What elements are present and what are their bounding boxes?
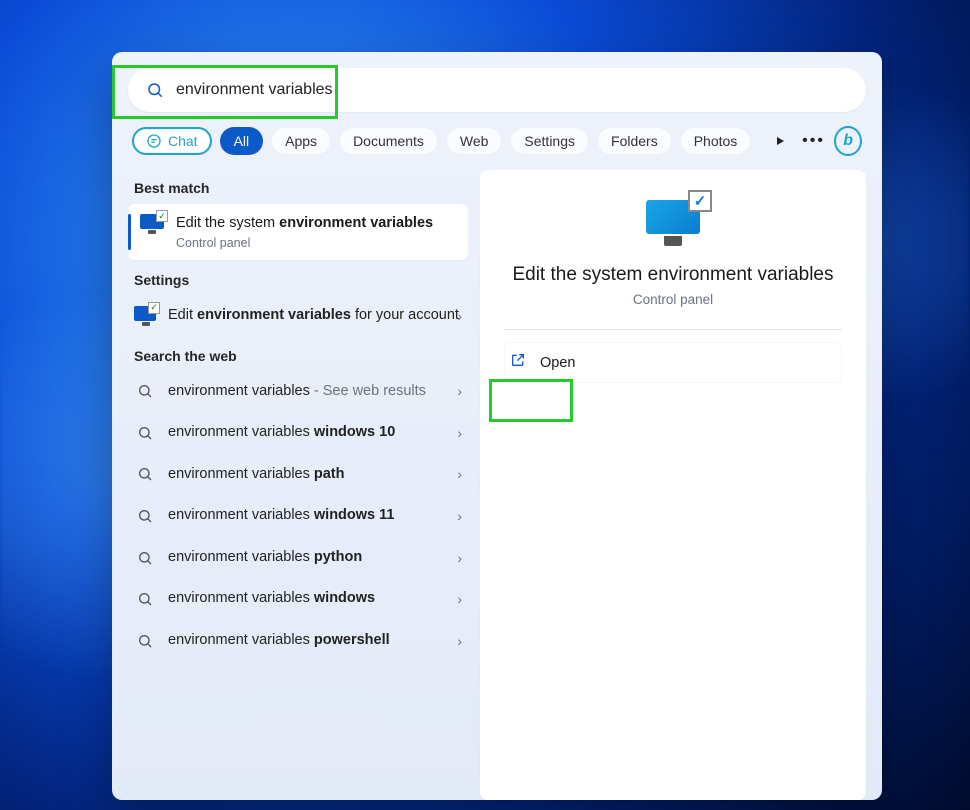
chevron-right-icon: › (457, 633, 462, 649)
section-search-web: Search the web (128, 338, 468, 370)
chevron-right-icon: › (457, 466, 462, 482)
web-item-2[interactable]: environment variables path › (128, 455, 468, 495)
settings-item-label: Edit environment variables for your acco… (168, 306, 460, 326)
search-icon (137, 425, 153, 441)
detail-pane: ✓ Edit the system environment variables … (480, 170, 866, 800)
web-item-label: environment variables windows 11 (168, 506, 460, 526)
filter-folders[interactable]: Folders (597, 127, 672, 155)
web-item-5[interactable]: environment variables windows › (128, 579, 468, 619)
chat-icon (146, 133, 162, 149)
best-match-item[interactable]: ✓ Edit the system environment variables … (128, 204, 468, 260)
web-item-0[interactable]: environment variables - See web results … (128, 372, 468, 412)
chevron-right-icon: › (457, 591, 462, 607)
best-match-subtitle: Control panel (176, 236, 433, 250)
chat-pill[interactable]: Chat (132, 127, 212, 155)
chevron-right-icon: › (457, 383, 462, 399)
web-item-label: environment variables python (168, 548, 460, 568)
filter-apps[interactable]: Apps (271, 127, 331, 155)
open-button[interactable]: Open (504, 342, 842, 383)
search-bar[interactable] (128, 68, 866, 112)
open-external-icon (510, 352, 526, 373)
settings-item-edit-account-env[interactable]: ✓ Edit environment variables for your ac… (128, 296, 468, 336)
search-icon (137, 591, 153, 607)
web-item-1[interactable]: environment variables windows 10 › (128, 413, 468, 453)
filter-all[interactable]: All (220, 127, 264, 155)
detail-title: Edit the system environment variables (504, 264, 842, 286)
monitor-icon: ✓ (134, 306, 156, 326)
filter-settings[interactable]: Settings (510, 127, 589, 155)
chevron-right-icon: › (457, 308, 462, 324)
results-column: Best match ✓ Edit the system environment… (128, 170, 468, 800)
search-icon (146, 81, 164, 99)
search-icon (137, 383, 153, 399)
section-best-match: Best match (128, 170, 468, 202)
chat-pill-label: Chat (168, 133, 198, 149)
chevron-right-icon: › (457, 508, 462, 524)
selected-accent-bar (128, 214, 131, 250)
web-item-label: environment variables windows 10 (168, 423, 460, 443)
detail-icon-wrap: ✓ (504, 200, 842, 246)
search-icon (137, 633, 153, 649)
play-icon[interactable] (767, 127, 793, 155)
web-item-label: environment variables path (168, 465, 460, 485)
search-icon (137, 550, 153, 566)
web-item-label: environment variables windows (168, 589, 460, 609)
bing-icon[interactable]: b (834, 126, 862, 156)
filter-documents[interactable]: Documents (339, 127, 438, 155)
web-item-4[interactable]: environment variables python › (128, 538, 468, 578)
divider (504, 329, 842, 330)
best-match-title: Edit the system environment variables (176, 214, 433, 234)
search-icon (137, 466, 153, 482)
monitor-icon: ✓ (646, 200, 700, 246)
filter-web[interactable]: Web (446, 127, 503, 155)
search-icon (137, 508, 153, 524)
web-item-6[interactable]: environment variables powershell › (128, 621, 468, 661)
web-item-label: environment variables - See web results (168, 382, 460, 402)
chevron-right-icon: › (457, 550, 462, 566)
web-item-3[interactable]: environment variables windows 11 › (128, 496, 468, 536)
detail-subtitle: Control panel (504, 292, 842, 307)
filter-photos[interactable]: Photos (680, 127, 752, 155)
chevron-right-icon: › (457, 425, 462, 441)
search-panel: Chat All Apps Documents Web Settings Fol… (112, 52, 882, 800)
filter-row: Chat All Apps Documents Web Settings Fol… (128, 126, 866, 156)
more-icon[interactable]: ••• (801, 127, 827, 155)
open-button-label: Open (540, 355, 575, 371)
search-input[interactable] (176, 81, 848, 99)
section-settings: Settings (128, 262, 468, 294)
monitor-icon: ✓ (140, 214, 164, 234)
web-item-label: environment variables powershell (168, 631, 460, 651)
